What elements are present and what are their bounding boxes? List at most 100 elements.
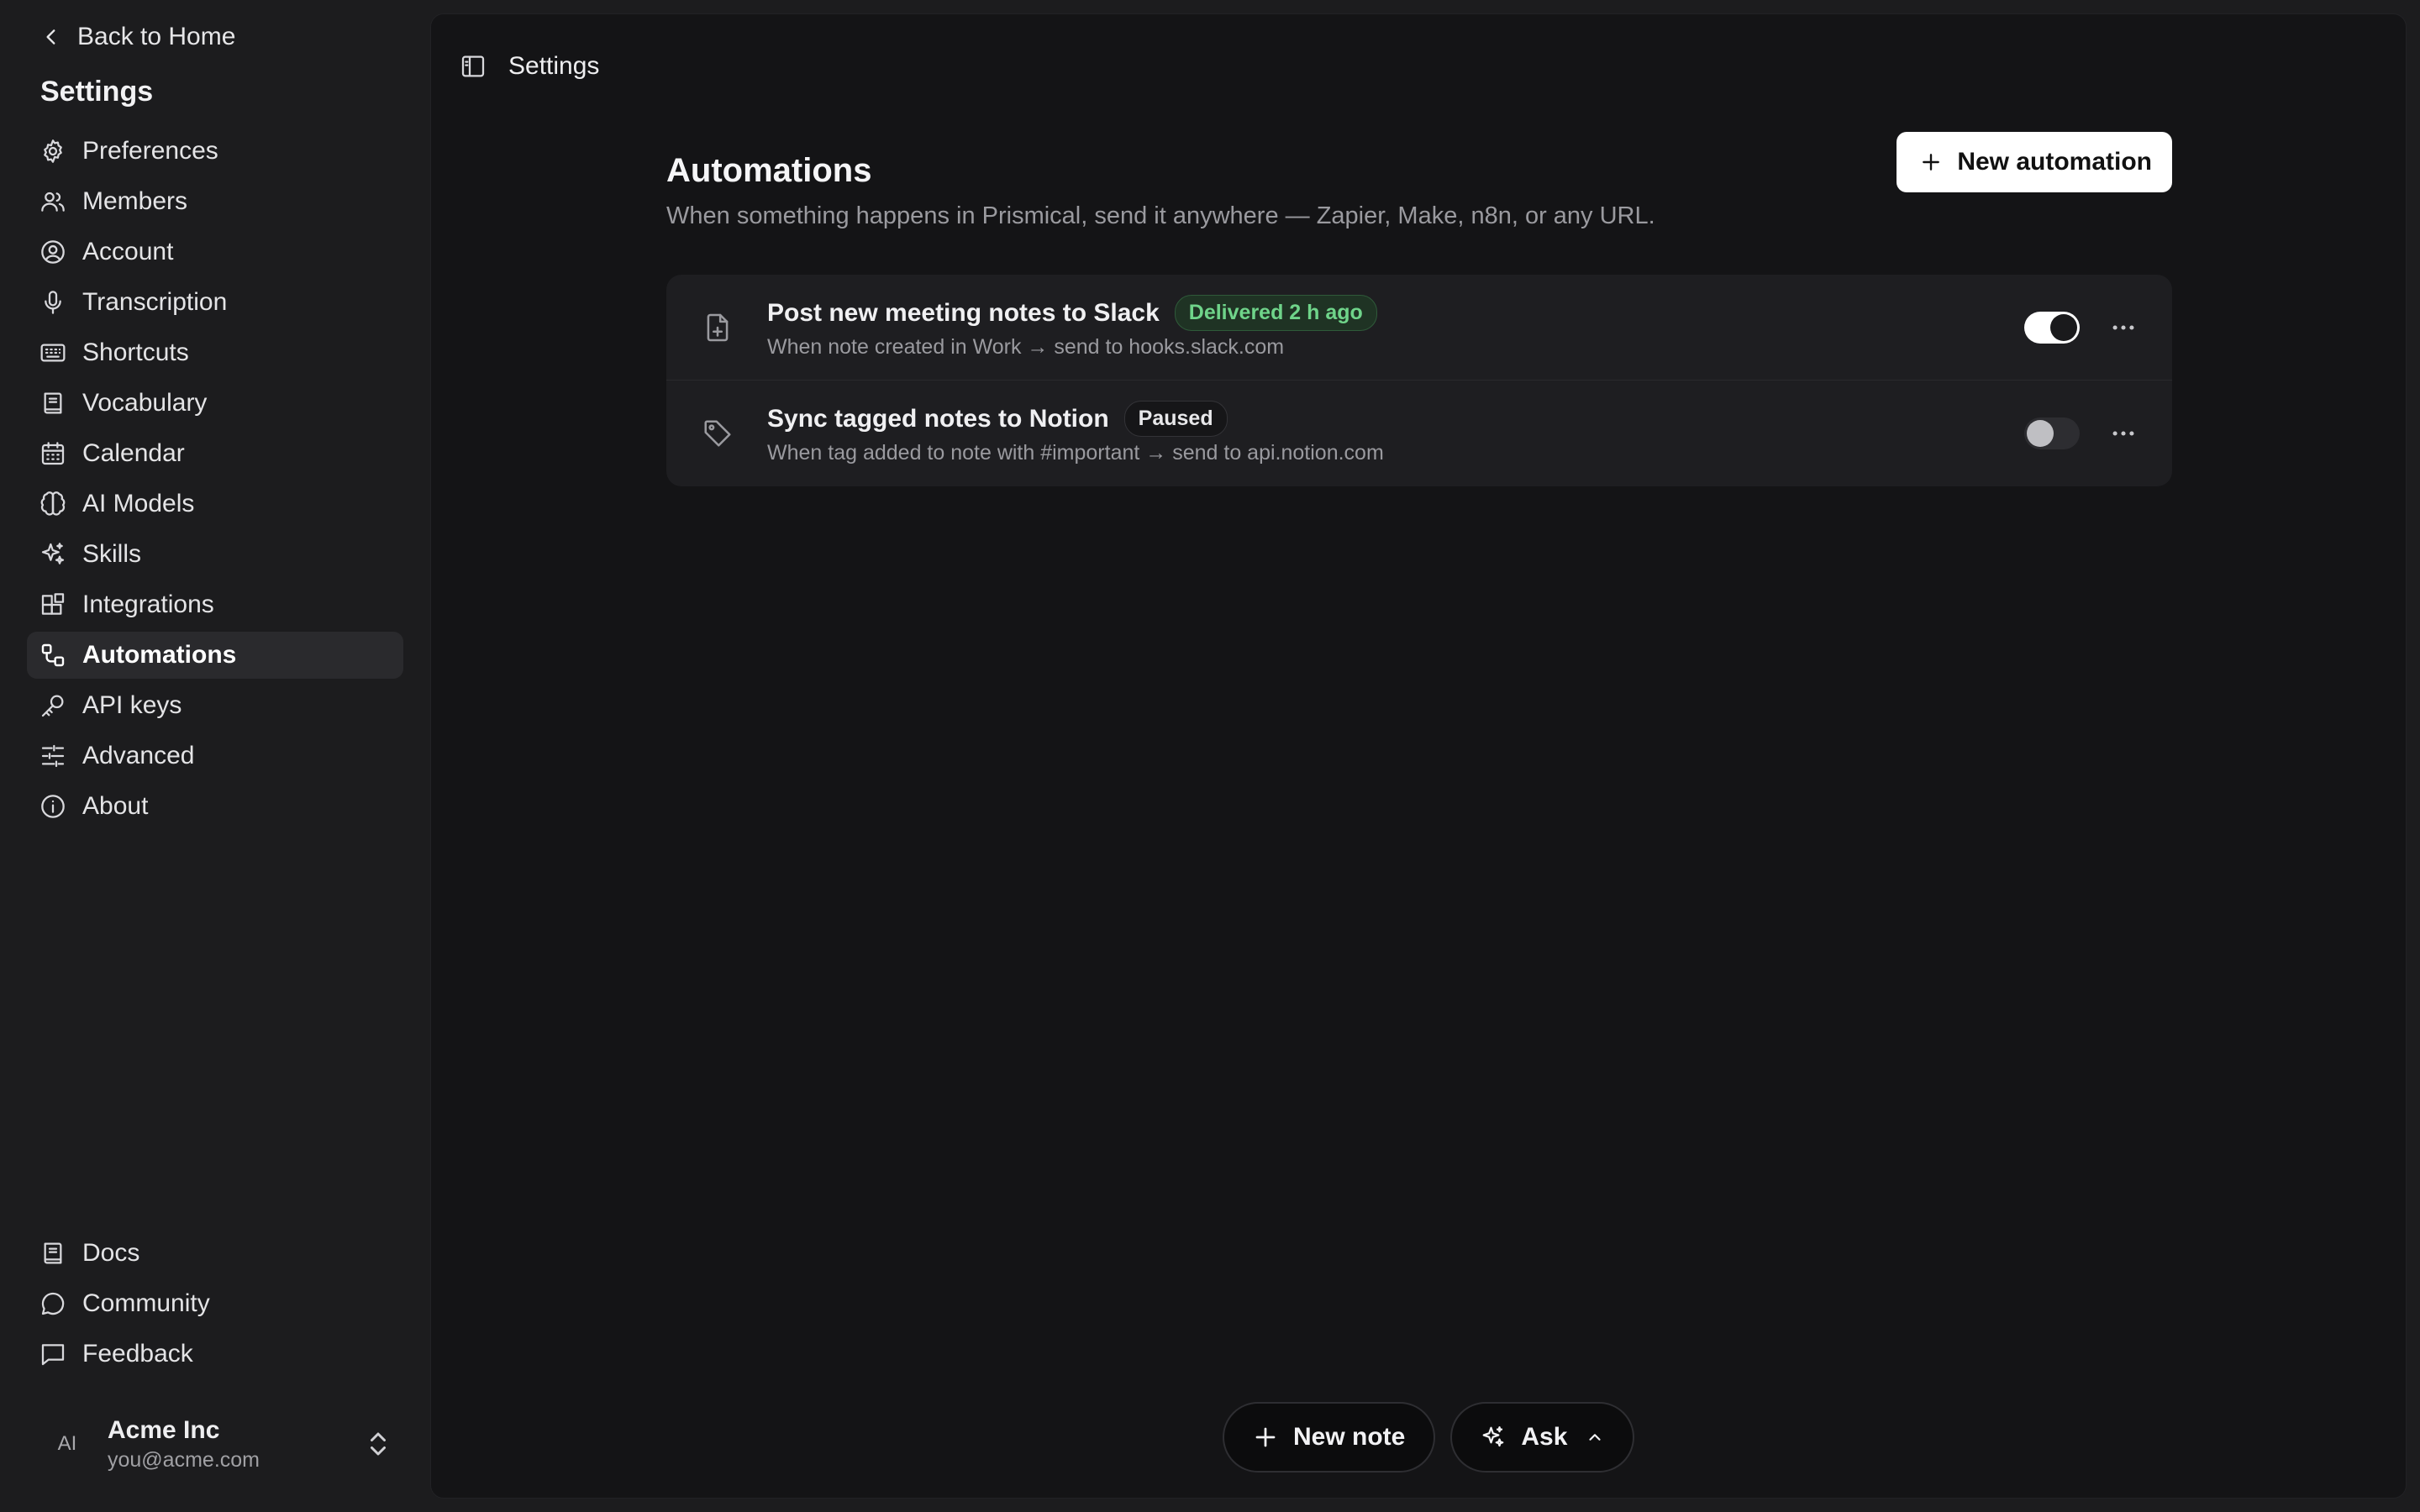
new-automation-label: New automation bbox=[1957, 148, 2152, 176]
automations-list: Post new meeting notes to Slack Delivere… bbox=[666, 275, 2172, 486]
sidebar-item-integrations[interactable]: Integrations bbox=[27, 581, 403, 628]
automation-row[interactable]: Post new meeting notes to Slack Delivere… bbox=[666, 275, 2172, 381]
sidebar-item-label: Calendar bbox=[82, 439, 185, 467]
sidebar-item-label: Advanced bbox=[82, 742, 195, 769]
sidebar-item-transcription[interactable]: Transcription bbox=[27, 279, 403, 326]
section-subtitle: When something happens in Prismical, sen… bbox=[666, 202, 1655, 229]
sidebar-item-skills[interactable]: Skills bbox=[27, 531, 403, 578]
calendar-icon bbox=[39, 439, 67, 468]
ask-button[interactable]: Ask bbox=[1450, 1402, 1635, 1473]
sidebar-footer-nav: Docs Community Feedback bbox=[27, 1230, 403, 1381]
sidebar-item-label: Preferences bbox=[82, 137, 218, 165]
info-icon bbox=[39, 792, 67, 821]
section-title: Automations bbox=[666, 152, 872, 189]
sidebar-item-advanced[interactable]: Advanced bbox=[27, 732, 403, 780]
avatar: AI bbox=[57, 1432, 77, 1455]
status-badge: Delivered 2 h ago bbox=[1174, 295, 1377, 331]
automation-description: When note created in Work → send to hook… bbox=[767, 335, 1285, 359]
sidebar-item-label: Shortcuts bbox=[82, 339, 189, 366]
sidebar-item-label: Community bbox=[82, 1289, 210, 1317]
more-horizontal-icon[interactable] bbox=[2108, 313, 2139, 342]
keyboard-icon bbox=[39, 339, 67, 367]
workflow-icon bbox=[39, 641, 67, 669]
blocks-icon bbox=[39, 591, 67, 619]
page-title: Settings bbox=[508, 52, 600, 80]
chevrons-up-down-icon bbox=[371, 1432, 386, 1456]
bottom-action-bar: New note Ask bbox=[1223, 1402, 1635, 1473]
sidebar-item-community[interactable]: Community bbox=[27, 1280, 403, 1327]
account-text: Acme Inc you@acme.com bbox=[108, 1416, 260, 1473]
sidebar-item-ai-models[interactable]: AI Models bbox=[27, 480, 403, 528]
new-note-button[interactable]: New note bbox=[1223, 1402, 1436, 1473]
tag-icon bbox=[702, 417, 734, 449]
file-plus-icon bbox=[702, 312, 734, 344]
microphone-icon bbox=[39, 288, 67, 317]
toggle-knob bbox=[2027, 420, 2054, 447]
sidebar-item-label: Docs bbox=[82, 1239, 140, 1267]
gear-icon bbox=[39, 137, 67, 165]
automation-title-line: Sync tagged notes to Notion Paused bbox=[767, 401, 1228, 437]
book-icon bbox=[39, 389, 67, 417]
account-email: you@acme.com bbox=[108, 1447, 260, 1472]
sidebar-item-label: Feedback bbox=[82, 1340, 193, 1368]
main-panel: Settings Automations When something happ… bbox=[430, 13, 2407, 1499]
sparkles-icon bbox=[39, 540, 67, 569]
sidebar-item-feedback[interactable]: Feedback bbox=[27, 1331, 403, 1378]
sidebar-item-shortcuts[interactable]: Shortcuts bbox=[27, 329, 403, 376]
user-circle-icon bbox=[39, 238, 67, 266]
settings-nav: Preferences Members Account Transcriptio… bbox=[27, 128, 403, 833]
account-switcher[interactable]: AI Acme Inc you@acme.com bbox=[40, 1413, 393, 1475]
ask-label: Ask bbox=[1521, 1423, 1568, 1451]
automation-title: Post new meeting notes to Slack bbox=[767, 298, 1160, 327]
top-bar: Settings bbox=[460, 39, 599, 93]
back-to-home-link[interactable]: Back to Home bbox=[40, 20, 235, 54]
automation-toggle[interactable] bbox=[2024, 312, 2080, 344]
status-badge: Paused bbox=[1123, 401, 1228, 437]
chevron-left-icon bbox=[46, 29, 55, 45]
back-to-home-label: Back to Home bbox=[77, 23, 236, 50]
automation-row[interactable]: Sync tagged notes to Notion Paused When … bbox=[666, 381, 2172, 486]
sidebar-item-label: Integrations bbox=[82, 591, 214, 618]
sidebar-item-calendar[interactable]: Calendar bbox=[27, 430, 403, 477]
plus-icon bbox=[1923, 154, 1940, 171]
chevron-up-icon bbox=[1589, 1434, 1602, 1441]
sidebar-item-label: API keys bbox=[82, 691, 182, 719]
sidebar-item-label: Skills bbox=[82, 540, 142, 568]
sidebar-toggle-icon[interactable] bbox=[460, 53, 487, 80]
book-icon bbox=[39, 1239, 67, 1268]
automation-title-line: Post new meeting notes to Slack Delivere… bbox=[767, 295, 1377, 331]
automation-description: When tag added to note with #important →… bbox=[767, 441, 1384, 465]
sidebar-item-members[interactable]: Members bbox=[27, 178, 403, 225]
sidebar-title: Settings bbox=[40, 76, 154, 108]
toggle-knob bbox=[2050, 314, 2077, 341]
sliders-icon bbox=[39, 742, 67, 770]
sidebar-item-label: Automations bbox=[82, 641, 237, 669]
automation-title: Sync tagged notes to Notion bbox=[767, 404, 1109, 433]
sidebar-item-label: About bbox=[82, 792, 149, 820]
key-icon bbox=[39, 691, 67, 720]
more-horizontal-icon[interactable] bbox=[2108, 419, 2139, 448]
sparkles-icon bbox=[1482, 1426, 1504, 1447]
new-note-label: New note bbox=[1293, 1423, 1406, 1451]
brain-icon bbox=[39, 490, 67, 518]
automation-toggle[interactable] bbox=[2024, 417, 2080, 449]
chat-bubble-icon bbox=[39, 1289, 67, 1318]
sidebar-item-api-keys[interactable]: API keys bbox=[27, 682, 403, 729]
sidebar-item-account[interactable]: Account bbox=[27, 228, 403, 276]
message-square-icon bbox=[39, 1340, 67, 1368]
sidebar-item-label: Account bbox=[82, 238, 174, 265]
sidebar-item-preferences[interactable]: Preferences bbox=[27, 128, 403, 175]
sidebar-item-automations[interactable]: Automations bbox=[27, 632, 403, 679]
sidebar-item-about[interactable]: About bbox=[27, 783, 403, 830]
sidebar-item-label: AI Models bbox=[82, 490, 195, 517]
sidebar-item-label: Members bbox=[82, 187, 188, 215]
sidebar-item-label: Transcription bbox=[82, 288, 228, 316]
plus-icon bbox=[1255, 1427, 1276, 1447]
sidebar-item-docs[interactable]: Docs bbox=[27, 1230, 403, 1277]
sidebar-item-vocabulary[interactable]: Vocabulary bbox=[27, 380, 403, 427]
sidebar-item-label: Vocabulary bbox=[82, 389, 208, 417]
account-name: Acme Inc bbox=[108, 1415, 220, 1444]
sidebar: Back to Home Settings Preferences Member… bbox=[0, 0, 430, 1512]
new-automation-button[interactable]: New automation bbox=[1897, 132, 2172, 192]
users-icon bbox=[39, 187, 67, 216]
